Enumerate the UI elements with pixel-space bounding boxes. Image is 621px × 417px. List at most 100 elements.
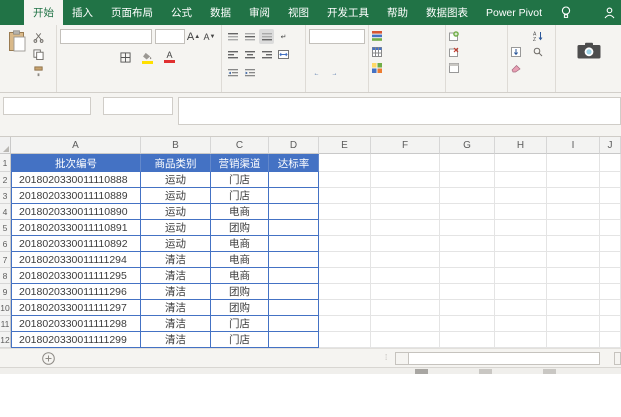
row-header[interactable]: 9 [0, 284, 11, 300]
row-header[interactable]: 12 [0, 332, 11, 348]
name-box[interactable] [3, 97, 91, 115]
cell-D7[interactable] [269, 252, 319, 268]
cell-C3[interactable]: 门店 [211, 188, 269, 204]
row-header[interactable]: 2 [0, 172, 11, 188]
cell-I6[interactable] [547, 236, 600, 252]
cell-D5[interactable] [269, 220, 319, 236]
ribbon-tab[interactable]: Power Pivot [477, 0, 551, 25]
cell-E9[interactable] [319, 284, 371, 300]
cell-J2[interactable] [600, 172, 621, 188]
cell-B8[interactable]: 清洁 [141, 268, 211, 284]
cell-A12[interactable]: 2018020330011111299 [11, 332, 141, 348]
cell-G4[interactable] [440, 204, 495, 220]
orientation-button[interactable] [256, 62, 277, 83]
cell-J1[interactable] [600, 154, 621, 172]
cut-button[interactable] [31, 30, 46, 45]
cell-styles-button[interactable] [372, 60, 442, 76]
increase-decimal-button[interactable]: ← [309, 66, 324, 81]
cell-H11[interactable] [495, 316, 547, 332]
cell-D6[interactable] [269, 236, 319, 252]
cell-E12[interactable] [319, 332, 371, 348]
cell-A11[interactable]: 2018020330011111298 [11, 316, 141, 332]
increase-indent-button[interactable] [242, 65, 257, 80]
cell-A10[interactable]: 2018020330011111297 [11, 300, 141, 316]
cell-B4[interactable]: 运动 [141, 204, 211, 220]
cell-C8[interactable]: 电商 [211, 268, 269, 284]
cell-E5[interactable] [319, 220, 371, 236]
cell-D11[interactable] [269, 316, 319, 332]
cell-J3[interactable] [600, 188, 621, 204]
share-button[interactable] [590, 7, 621, 19]
copy-button[interactable] [31, 47, 46, 62]
number-format-combo[interactable] [309, 29, 365, 44]
cell-D2[interactable] [269, 172, 319, 188]
cell-A7[interactable]: 2018020330011111294 [11, 252, 141, 268]
cell-J5[interactable] [600, 220, 621, 236]
column-header[interactable]: D [269, 137, 319, 154]
cell-B3[interactable]: 运动 [141, 188, 211, 204]
cell-E2[interactable] [319, 172, 371, 188]
clear-button[interactable] [511, 63, 533, 73]
paste-button[interactable] [3, 28, 31, 79]
cell-B9[interactable]: 清洁 [141, 284, 211, 300]
cell-A6[interactable]: 2018020330011110892 [11, 236, 141, 252]
cell-G2[interactable] [440, 172, 495, 188]
find-select-button[interactable] [533, 47, 555, 57]
merge-center-button[interactable] [276, 47, 291, 62]
scroll-left-button[interactable] [395, 352, 409, 365]
row-header[interactable]: 1 [0, 154, 11, 172]
cell-E3[interactable] [319, 188, 371, 204]
ribbon-tab[interactable]: 开发工具 [318, 0, 378, 25]
cell-I1[interactable] [547, 154, 600, 172]
cell-B7[interactable]: 清洁 [141, 252, 211, 268]
cell-E7[interactable] [319, 252, 371, 268]
percent-format-button[interactable] [331, 48, 346, 63]
align-middle-button[interactable] [242, 29, 257, 44]
tab-scroll-splitter[interactable]: ⁞ [385, 353, 386, 362]
decrease-decimal-button[interactable]: → [327, 66, 342, 81]
currency-format-button[interactable] [309, 48, 324, 63]
ribbon-tab[interactable]: 帮助 [378, 0, 417, 25]
cell-G6[interactable] [440, 236, 495, 252]
align-right-button[interactable] [259, 47, 274, 62]
comma-format-button[interactable] [349, 48, 364, 63]
fill-button[interactable] [511, 47, 533, 57]
page-layout-view-button[interactable] [479, 369, 492, 374]
decrease-indent-button[interactable] [225, 65, 240, 80]
row-header[interactable]: 7 [0, 252, 11, 268]
cell-J4[interactable] [600, 204, 621, 220]
ribbon-tab[interactable]: 数据 [201, 0, 240, 25]
font-color-button[interactable]: A [162, 50, 177, 65]
column-header[interactable]: C [211, 137, 269, 154]
cell-F2[interactable] [371, 172, 440, 188]
underline-button[interactable] [96, 50, 111, 65]
cell-F11[interactable] [371, 316, 440, 332]
cell-E8[interactable] [319, 268, 371, 284]
cell-C5[interactable]: 团购 [211, 220, 269, 236]
bold-button[interactable] [60, 50, 75, 65]
cell-A2[interactable]: 2018020330011110888 [11, 172, 141, 188]
row-header[interactable]: 6 [0, 236, 11, 252]
sort-filter-button[interactable]: AZ [533, 31, 555, 41]
cell-C1[interactable]: 营销渠道 [211, 154, 269, 172]
align-bottom-button[interactable] [259, 29, 274, 44]
cell-G8[interactable] [440, 268, 495, 284]
cell-A8[interactable]: 2018020330011111295 [11, 268, 141, 284]
cell-I3[interactable] [547, 188, 600, 204]
cell-B12[interactable]: 清洁 [141, 332, 211, 348]
cell-C7[interactable]: 电商 [211, 252, 269, 268]
cell-F1[interactable] [371, 154, 440, 172]
column-header[interactable]: J [600, 137, 621, 154]
cell-B11[interactable]: 清洁 [141, 316, 211, 332]
format-painter-button[interactable] [31, 64, 46, 79]
cell-G7[interactable] [440, 252, 495, 268]
cell-C12[interactable]: 门店 [211, 332, 269, 348]
column-header[interactable]: F [371, 137, 440, 154]
cell-B1[interactable]: 商品类别 [141, 154, 211, 172]
cell-D10[interactable] [269, 300, 319, 316]
cell-G1[interactable] [440, 154, 495, 172]
insert-cells-button[interactable] [449, 28, 504, 44]
ribbon-tab[interactable]: 页面布局 [102, 0, 162, 25]
cell-I9[interactable] [547, 284, 600, 300]
cell-E4[interactable] [319, 204, 371, 220]
